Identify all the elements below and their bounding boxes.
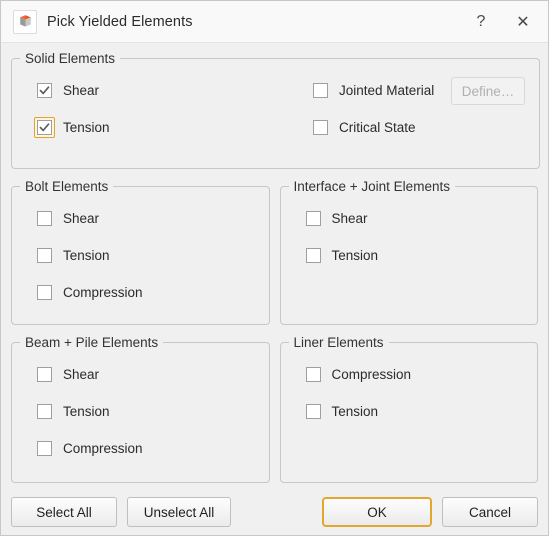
group-title-bolt-elements: Bolt Elements: [25, 179, 109, 194]
unselect-all-button[interactable]: Unselect All: [127, 497, 231, 527]
checkbox-label: Shear: [63, 210, 100, 226]
checkbox-box-wrap: [303, 208, 324, 229]
dialog-content: Solid Elements Shear Tension Jointed Mat…: [1, 43, 548, 489]
checkbox-box-wrap: [34, 282, 55, 303]
cancel-button[interactable]: Cancel: [442, 497, 538, 527]
checkbox-solid-shear[interactable]: Shear: [12, 76, 288, 104]
checkbox-beam-shear[interactable]: Shear: [12, 360, 269, 388]
checkbox-label: Jointed Material: [339, 82, 435, 98]
checkbox-label: Tension: [331, 247, 379, 263]
checkbox-indicator: [305, 247, 321, 263]
checkbox-indicator: [305, 403, 321, 419]
checkbox-box-wrap: [34, 364, 55, 385]
group-body-beam-pile-elements: Shear Tension Compression: [12, 350, 269, 468]
checkbox-indicator: [313, 119, 328, 135]
group-body-interface-joint-elements: Shear Tension: [281, 194, 538, 275]
window-title: Pick Yielded Elements: [47, 13, 193, 30]
group-title-beam-pile-elements: Beam + Pile Elements: [25, 335, 159, 350]
checkbox-label: Shear: [63, 366, 100, 382]
checkbox-box-wrap: [34, 80, 55, 101]
group-body-bolt-elements: Shear Tension Compression: [12, 194, 269, 312]
solid-right-column: Jointed Material Critical State Define…: [288, 76, 539, 141]
group-liner-elements: Liner Elements Compression Tension: [279, 335, 538, 483]
checkbox-label: Shear: [331, 210, 368, 226]
group-title-solid-elements: Solid Elements: [25, 51, 116, 66]
checkbox-indicator: [37, 284, 52, 300]
checkbox-indicator: [313, 82, 328, 98]
checkbox-box-wrap: [34, 208, 55, 229]
select-all-button[interactable]: Select All: [11, 497, 117, 527]
checkbox-bolt-shear[interactable]: Shear: [12, 204, 269, 232]
checkbox-indicator: [37, 119, 52, 135]
checkbox-indicator: [37, 210, 52, 226]
pick-yielded-elements-dialog: Pick Yielded Elements ? ✕ Solid Elements…: [0, 0, 549, 536]
group-title-interface-joint-elements: Interface + Joint Elements: [293, 179, 450, 194]
checkbox-label: Tension: [63, 403, 110, 419]
checkbox-box-wrap: [310, 117, 331, 138]
checkbox-label: Tension: [63, 247, 110, 263]
checkbox-box-wrap: [34, 438, 55, 459]
checkbox-beam-compression[interactable]: Compression: [12, 434, 269, 462]
checkbox-label: Compression: [63, 284, 143, 300]
checkbox-indicator: [37, 440, 52, 456]
group-interface-joint-elements: Interface + Joint Elements Shear Tension: [279, 179, 538, 325]
checkbox-liner-compression[interactable]: Compression: [281, 360, 538, 388]
group-bolt-elements: Bolt Elements Shear Tension Compression: [11, 179, 270, 325]
cube-icon: [13, 9, 37, 34]
group-body-solid-elements: Shear Tension Jointed Material Critical …: [12, 66, 539, 147]
checkbox-box-wrap: [303, 245, 324, 266]
ok-button[interactable]: OK: [322, 497, 432, 527]
checkbox-interface-shear[interactable]: Shear: [281, 204, 538, 232]
row-beam-liner: Beam + Pile Elements Shear Tension Compr…: [11, 335, 538, 483]
checkbox-indicator: [37, 403, 52, 419]
checkbox-label: Critical State: [339, 119, 416, 135]
checkbox-label: Tension: [331, 403, 379, 419]
checkbox-box-wrap: [303, 401, 324, 422]
checkbox-indicator: [37, 247, 52, 263]
group-beam-pile-elements: Beam + Pile Elements Shear Tension Compr…: [11, 335, 270, 483]
checkbox-solid-tension[interactable]: Tension: [12, 113, 288, 141]
checkbox-indicator: [305, 366, 321, 382]
group-body-liner-elements: Compression Tension: [281, 350, 538, 431]
checkbox-box-wrap: [34, 401, 55, 422]
checkbox-interface-tension[interactable]: Tension: [281, 241, 538, 269]
close-icon[interactable]: ✕: [502, 5, 544, 39]
solid-left-column: Shear Tension: [12, 76, 288, 141]
dialog-footer: Select All Unselect All OK Cancel: [1, 489, 548, 535]
help-icon[interactable]: ?: [460, 5, 502, 39]
checkbox-beam-tension[interactable]: Tension: [12, 397, 269, 425]
group-title-liner-elements: Liner Elements: [293, 335, 384, 350]
checkbox-label: Compression: [63, 440, 143, 456]
group-solid-elements: Solid Elements Shear Tension Jointed Mat…: [11, 51, 540, 169]
checkbox-liner-tension[interactable]: Tension: [281, 397, 538, 425]
checkbox-indicator: [37, 82, 52, 98]
checkbox-box-wrap: [310, 80, 331, 101]
checkbox-indicator: [305, 210, 321, 226]
checkbox-bolt-tension[interactable]: Tension: [12, 241, 269, 269]
title-bar: Pick Yielded Elements ? ✕: [1, 1, 548, 43]
checkbox-bolt-compression[interactable]: Compression: [12, 278, 269, 306]
row-bolt-interface: Bolt Elements Shear Tension Compression: [11, 179, 538, 325]
checkbox-indicator: [37, 366, 52, 382]
checkbox-box-wrap: [303, 364, 324, 385]
checkbox-jointed-material[interactable]: Jointed Material: [288, 76, 451, 104]
solid-right-checks: Jointed Material Critical State: [288, 76, 451, 141]
checkbox-box-wrap: [34, 116, 55, 138]
checkbox-label: Shear: [63, 82, 100, 98]
checkbox-box-wrap: [34, 245, 55, 266]
checkbox-label: Compression: [331, 366, 412, 382]
checkbox-label: Tension: [63, 119, 110, 135]
checkbox-critical-state[interactable]: Critical State: [288, 113, 451, 141]
define-button[interactable]: Define…: [451, 77, 525, 105]
